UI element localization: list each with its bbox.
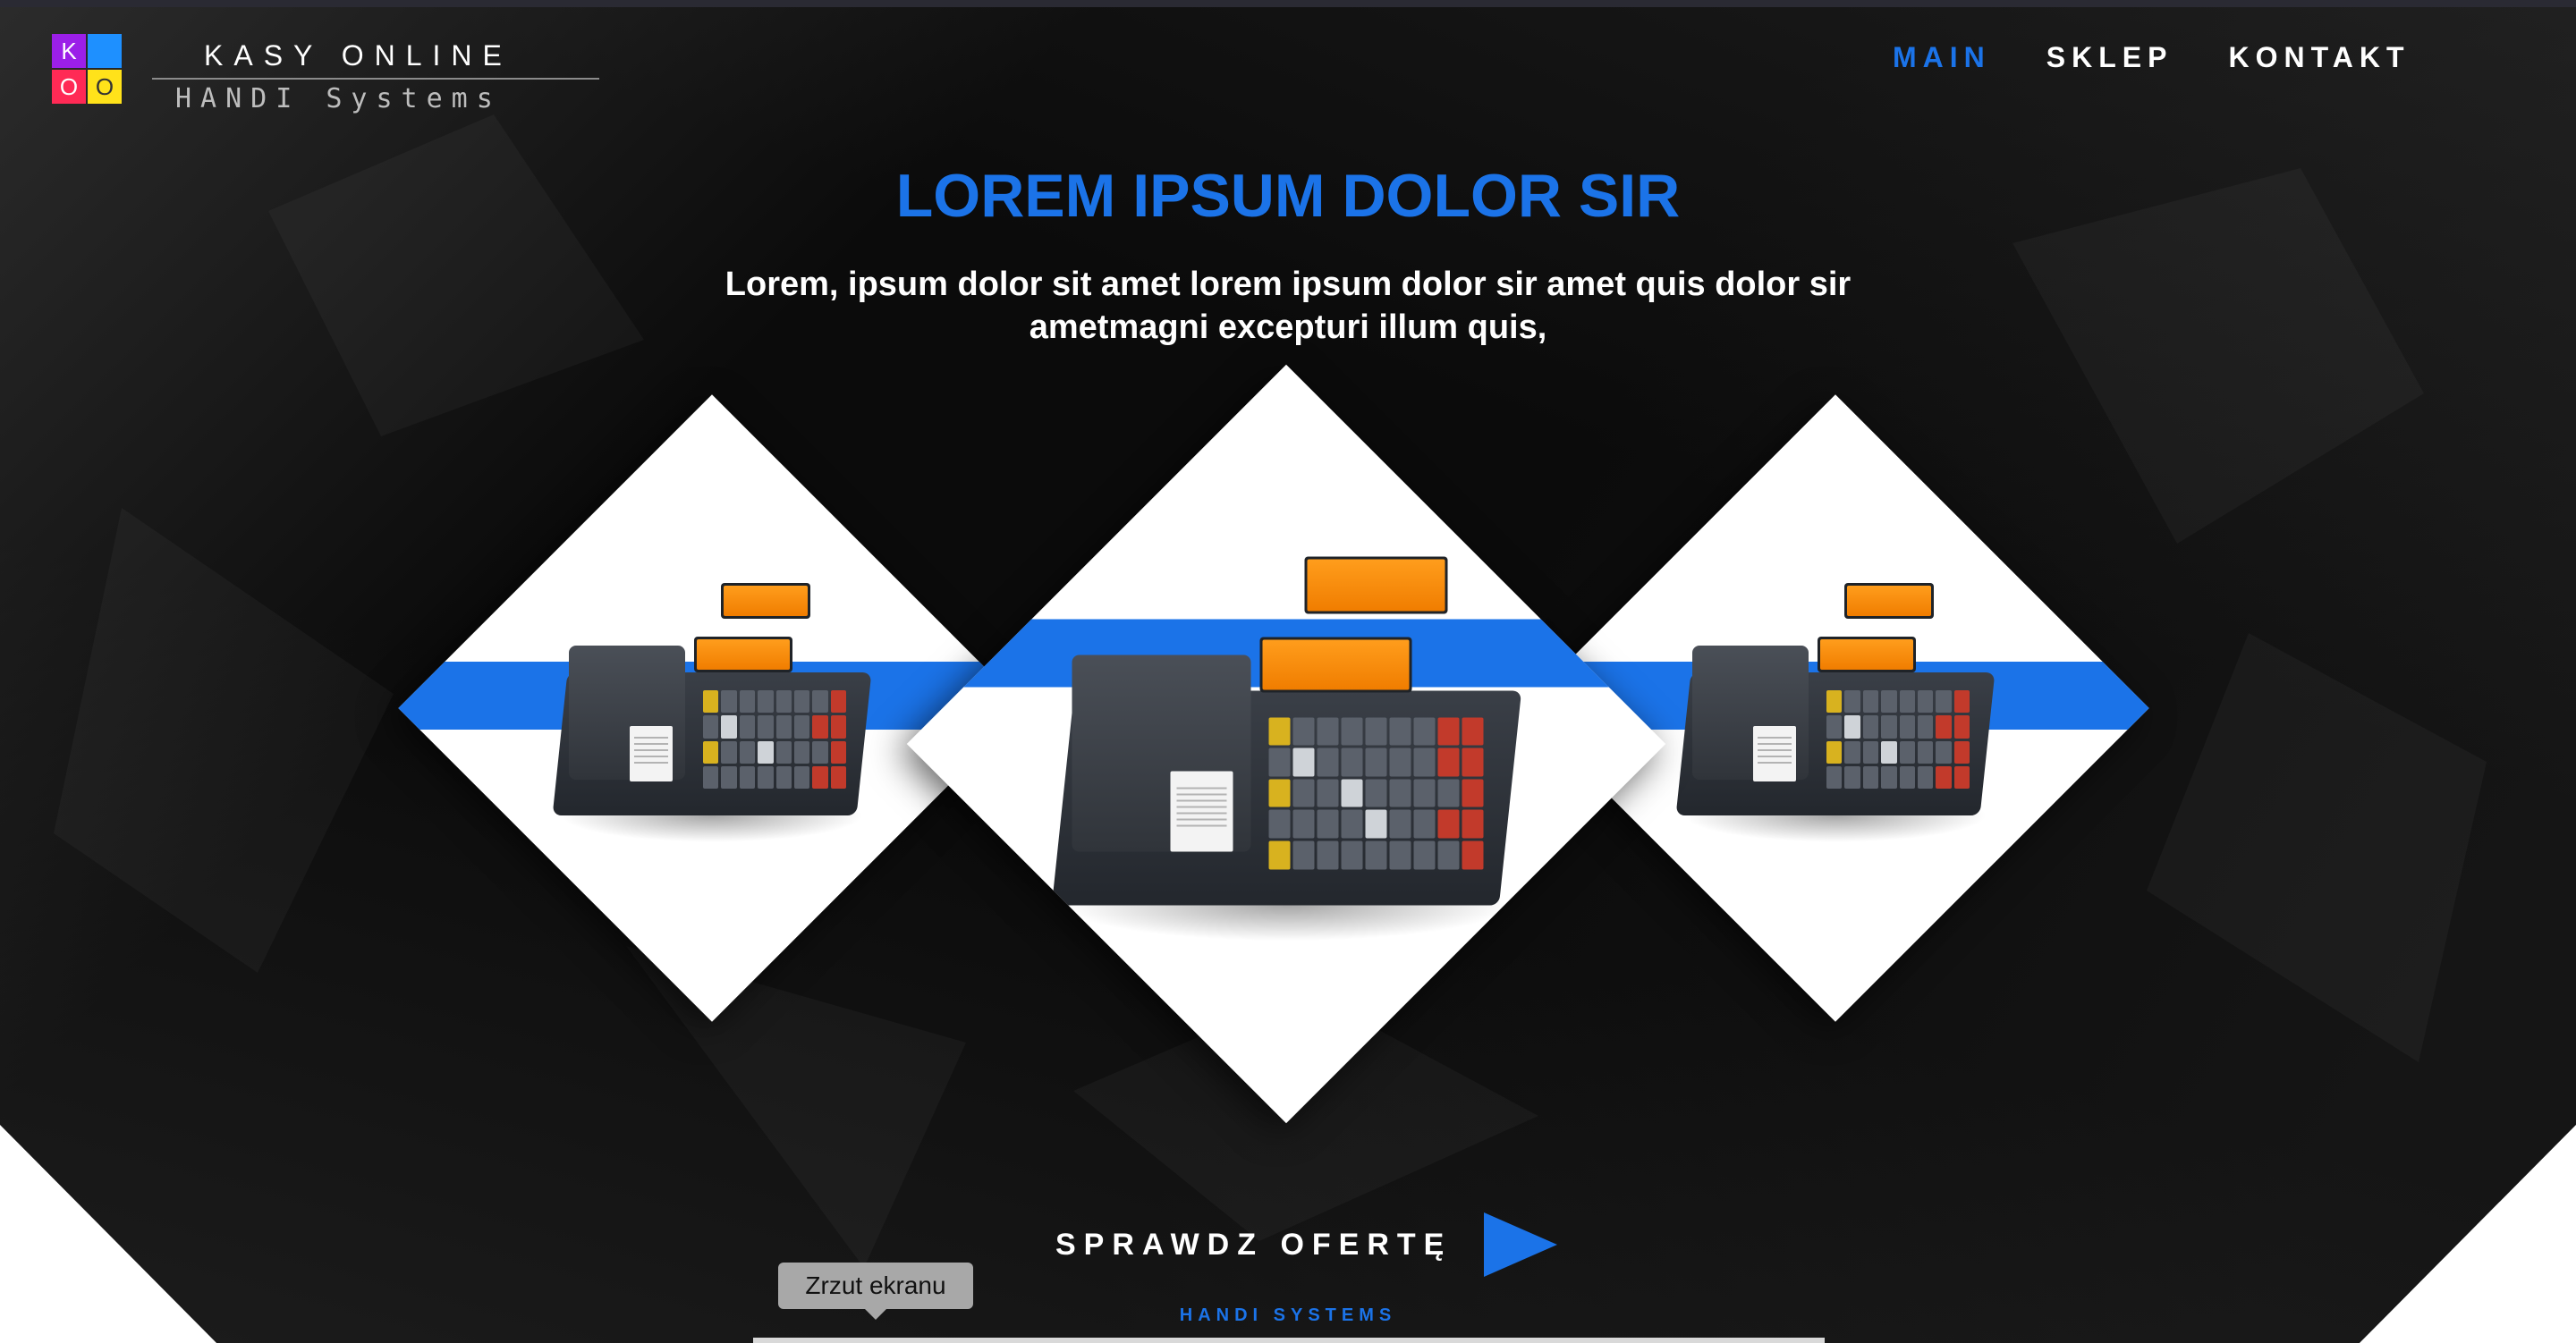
nav-item-main[interactable]: MAIN: [1893, 41, 1991, 74]
cash-register-image: [1665, 565, 2005, 851]
brand-name[interactable]: KASY ONLINE HANDI Systems: [152, 39, 599, 114]
check-offer-button[interactable]: SPRAWDZ OFERTĘ: [1055, 1212, 1558, 1277]
footer-brand: HANDI SYSTEMS: [1179, 1305, 1397, 1325]
logo-mark[interactable]: K O O: [52, 34, 122, 104]
cta-label: SPRAWDZ OFERTĘ: [1055, 1227, 1453, 1262]
logo-cell: [88, 34, 122, 68]
product-card-center[interactable]: [906, 364, 1666, 1124]
background-facet: [2147, 633, 2487, 1062]
nav-item-kontakt[interactable]: KONTAKT: [2228, 41, 2410, 74]
browser-top-bar: [0, 0, 2576, 7]
cash-register-image: [1036, 538, 1537, 950]
main-nav: MAIN SKLEP KONTAKT: [1893, 41, 2411, 74]
background-facet: [626, 946, 966, 1268]
brand-divider: [152, 78, 599, 80]
logo-cell: O: [52, 70, 86, 104]
logo-cell: K: [52, 34, 86, 68]
scrollbar-track[interactable]: [753, 1338, 1825, 1343]
brand-subtitle: HANDI Systems: [175, 83, 502, 114]
background-facet: [54, 508, 394, 973]
play-arrow-icon[interactable]: [1484, 1212, 1558, 1277]
hero-section: K O O KASY ONLINE HANDI Systems MAIN SKL…: [0, 7, 2576, 1343]
product-card-left[interactable]: [398, 394, 1026, 1022]
brand-title: KASY ONLINE: [204, 39, 513, 72]
hero-subtitle: Lorem, ipsum dolor sit amet lorem ipsum …: [724, 266, 1852, 346]
hero-title: LOREM IPSUM DOLOR SIR: [895, 162, 1681, 230]
logo-cell: O: [88, 70, 122, 104]
cash-register-image: [542, 565, 882, 851]
screenshot-tooltip: Zrzut ekranu: [778, 1263, 973, 1320]
nav-item-sklep[interactable]: SKLEP: [2046, 41, 2174, 74]
